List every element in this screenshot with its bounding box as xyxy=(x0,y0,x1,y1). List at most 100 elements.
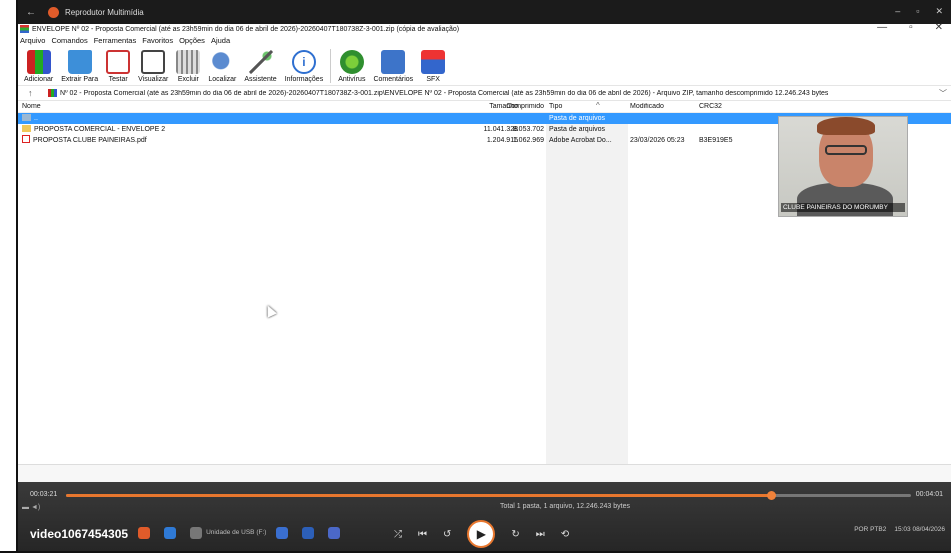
address-path: Nº 02 - Proposta Comercial (até as 23h59… xyxy=(60,89,829,97)
file-list-header: Nome Tamanho Comprimido Tipo ^ Modificad… xyxy=(18,101,951,113)
webcam-label: CLUBE PAINEIRAS DO MORUMBY xyxy=(781,203,905,212)
view-icon xyxy=(141,50,166,74)
taskbar-app[interactable] xyxy=(164,526,180,539)
person-hair xyxy=(817,117,875,135)
view-button[interactable]: Visualizar xyxy=(134,50,172,85)
play-button[interactable]: ▶ xyxy=(467,520,496,548)
antivirus-icon xyxy=(339,50,364,74)
add-icon xyxy=(26,50,51,74)
toolbar-label: Localizar xyxy=(208,76,237,83)
test-button[interactable]: Testar xyxy=(102,50,134,85)
app-window-controls: — ▫ ✕ xyxy=(877,22,943,33)
toolbar-label: Testar xyxy=(108,76,128,83)
cell-type: Pasta de arquivos xyxy=(549,115,606,122)
toolbar-label: Antivírus xyxy=(338,76,366,83)
toolbar-label: Informações xyxy=(284,76,324,83)
address-bar[interactable]: ↑ Nº 02 - Proposta Comercial (até as 23h… xyxy=(18,86,951,101)
extract-button[interactable]: Extrair Para xyxy=(57,50,102,85)
menu-item-ajuda[interactable]: Ajuda xyxy=(211,36,230,45)
find-icon xyxy=(210,50,235,74)
menu-item-opções[interactable]: Opções xyxy=(179,36,205,45)
antivirus-button[interactable]: Antivírus xyxy=(334,50,369,85)
app-icon xyxy=(164,526,177,539)
file-name-cell: PROPOSTA COMERCIAL - ENVELOPE 2 xyxy=(22,124,422,135)
file-name-cell: .. xyxy=(22,113,422,124)
file-name-text: .. xyxy=(34,115,38,122)
next-button[interactable]: ⏭ xyxy=(536,529,545,540)
clock[interactable]: 15:03 08/04/2026 xyxy=(894,526,945,533)
taskbar-row: video1067454305 Unidade de USB (F:) ⤮ ⏮ … xyxy=(18,516,951,551)
toolbar-label: Comentários xyxy=(373,76,414,83)
taskbar-apps: Unidade de USB (F:) xyxy=(128,526,344,541)
app-close-button[interactable]: ✕ xyxy=(935,22,943,33)
sfx-icon xyxy=(421,50,446,74)
outer-frame-left xyxy=(0,0,18,553)
wizard-icon xyxy=(248,50,273,74)
sfx-button[interactable]: SFX xyxy=(417,50,449,85)
forward-button[interactable]: ↻ xyxy=(511,529,519,540)
toolbar: Adicionar Extrair Para Testar Visualizar Exc… xyxy=(18,46,951,86)
wizard-button[interactable]: Assistente xyxy=(240,50,280,85)
taskbar-app[interactable] xyxy=(302,526,318,539)
webcam-overlay: CLUBE PAINEIRAS DO MORUMBY xyxy=(778,116,908,217)
taskbar-app[interactable] xyxy=(328,526,344,539)
repeat-button[interactable]: ⟲ xyxy=(561,529,569,540)
extract-icon xyxy=(67,50,92,74)
archive-status-text: Total 1 pasta, 1 arquivo, 12.246.243 byt… xyxy=(500,503,630,510)
sort-arrow-icon: ^ xyxy=(596,101,600,110)
menu-item-ferramentas[interactable]: Ferramentas xyxy=(94,36,137,45)
find-button[interactable]: Localizar xyxy=(204,50,240,85)
menu-item-favoritos[interactable]: Favoritos xyxy=(142,36,173,45)
delete-icon xyxy=(176,50,201,74)
rewind-button[interactable]: ↺ xyxy=(443,529,451,540)
app-restore-button[interactable]: ▫ xyxy=(909,22,913,33)
playback-controls: ⤮ ⏮ ↺ ▶ ↻ ⏭ ⟲ xyxy=(394,520,569,548)
column-crc[interactable]: CRC32 xyxy=(699,103,759,110)
app-icon xyxy=(328,526,341,539)
cell-packed: 8.053.702 xyxy=(512,126,544,133)
miniplayer-icon[interactable]: ▬ ◄) xyxy=(22,504,40,511)
column-type[interactable]: Tipo xyxy=(549,103,633,110)
app-icon xyxy=(190,526,203,539)
column-name[interactable]: Nome xyxy=(22,103,422,110)
add-button[interactable]: Adicionar xyxy=(20,50,57,85)
previous-button[interactable]: ⏮ xyxy=(418,529,427,540)
file-name-cell: PROPOSTA CLUBE PAINEIRAS.pdf xyxy=(22,135,422,146)
toolbar-label: SFX xyxy=(426,76,440,83)
menu-item-arquivo[interactable]: Arquivo xyxy=(20,36,45,45)
app-icon xyxy=(138,526,151,539)
app-minimize-button[interactable]: — xyxy=(877,22,887,33)
toolbar-label: Assistente xyxy=(244,76,277,83)
comments-button[interactable]: Comentários xyxy=(369,50,417,85)
player-close-button[interactable]: ✕ xyxy=(935,6,943,17)
up-arrow-icon[interactable]: ↑ xyxy=(28,88,48,98)
column-packed[interactable]: Comprimido xyxy=(494,103,544,110)
info-button[interactable]: Informações xyxy=(281,50,328,85)
menu-bar: Arquivo Comandos Ferramentas Favoritos Opçõe… xyxy=(18,34,951,46)
menu-item-comandos[interactable]: Comandos xyxy=(51,36,87,45)
player-title-bar: ← Reprodutor Multimídia – ▫ ✕ xyxy=(18,0,951,24)
chevron-down-icon[interactable]: ﹀ xyxy=(939,88,947,99)
language-indicator[interactable]: POR PTB2 xyxy=(854,526,886,533)
shuffle-button[interactable]: ⤮ xyxy=(394,529,402,540)
system-tray: POR PTB2 15:03 08/04/2026 xyxy=(854,526,945,533)
player-restore-button[interactable]: ▫ xyxy=(916,6,919,17)
total-time: 00:04:01 xyxy=(915,491,943,498)
folder-icon xyxy=(22,125,31,132)
cell-type: Adobe Acrobat Do... xyxy=(549,137,612,144)
file-name-text: PROPOSTA COMERCIAL - ENVELOPE 2 xyxy=(34,126,166,133)
column-modified[interactable]: Modificado xyxy=(630,103,702,110)
player-minimize-button[interactable]: – xyxy=(895,6,900,17)
taskbar-app[interactable]: Unidade de USB (F:) xyxy=(190,526,266,539)
pdf-icon xyxy=(22,135,30,143)
video-name: video1067454305 xyxy=(30,526,129,541)
back-button[interactable]: ← xyxy=(26,7,44,18)
seek-handle[interactable] xyxy=(766,491,776,500)
toolbar-label: Visualizar xyxy=(138,76,169,83)
taskbar-app[interactable] xyxy=(138,526,154,539)
player-controls: 00:03:21 00:04:01 ▬ ◄) Total 1 pasta, 1 … xyxy=(18,482,951,551)
taskbar-app[interactable] xyxy=(276,526,292,539)
seek-bar[interactable] xyxy=(66,491,911,500)
zip-icon xyxy=(48,89,57,97)
delete-button[interactable]: Excluir xyxy=(172,50,204,85)
